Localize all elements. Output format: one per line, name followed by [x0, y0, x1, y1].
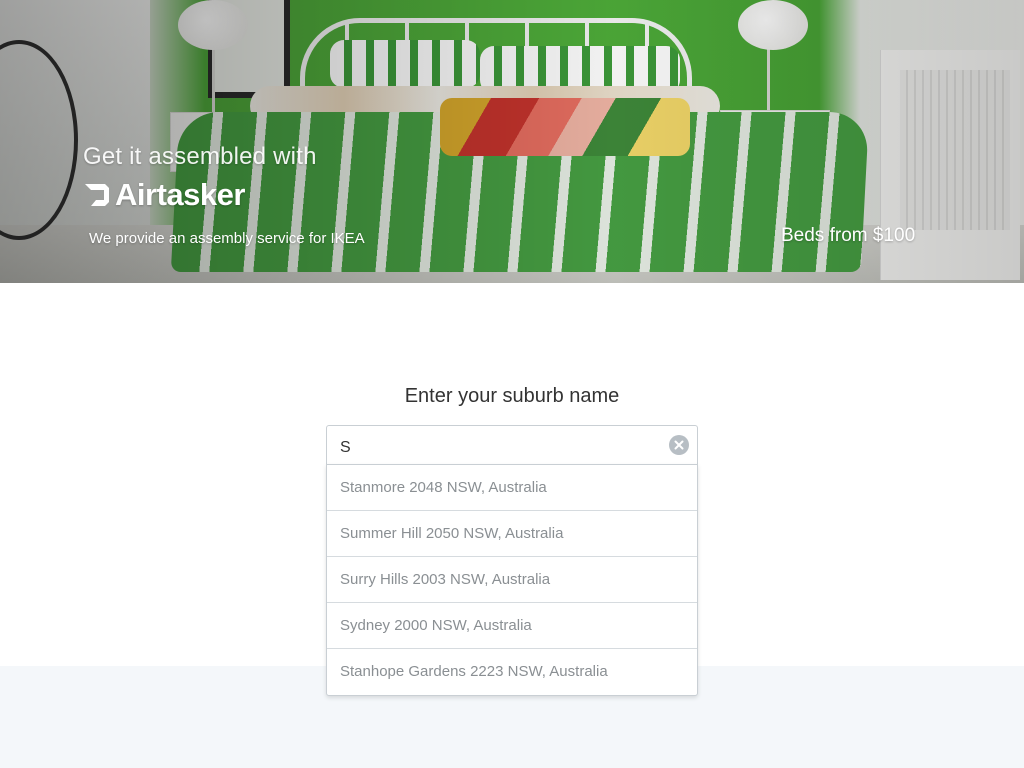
suggestion-item[interactable]: Stanhope Gardens 2223 NSW, Australia	[327, 649, 697, 695]
brand-name: Airtasker	[115, 177, 245, 212]
airtasker-logo[interactable]: Airtasker	[83, 177, 245, 212]
hero-subtitle: We provide an assembly service for IKEA	[89, 230, 365, 247]
suburb-prompt: Enter your suburb name	[404, 385, 620, 407]
airtasker-logo-icon	[85, 184, 109, 206]
hero-tagline: Get it assembled with	[83, 143, 317, 170]
suburb-search-input[interactable]	[327, 426, 657, 465]
suggestion-item[interactable]: Summer Hill 2050 NSW, Australia	[327, 511, 697, 557]
hero-offer: Beds from $100	[781, 225, 916, 246]
suggestion-item[interactable]: Sydney 2000 NSW, Australia	[327, 603, 697, 649]
suggestion-item[interactable]: Surry Hills 2003 NSW, Australia	[327, 557, 697, 603]
suburb-search-box	[326, 425, 698, 465]
hero-banner: Get it assembled with Airtasker We provi…	[0, 0, 1024, 283]
close-circle-icon[interactable]	[669, 435, 689, 455]
suburb-suggestions: Stanmore 2048 NSW, Australia Summer Hill…	[326, 464, 698, 696]
suggestion-item[interactable]: Stanmore 2048 NSW, Australia	[327, 465, 697, 511]
